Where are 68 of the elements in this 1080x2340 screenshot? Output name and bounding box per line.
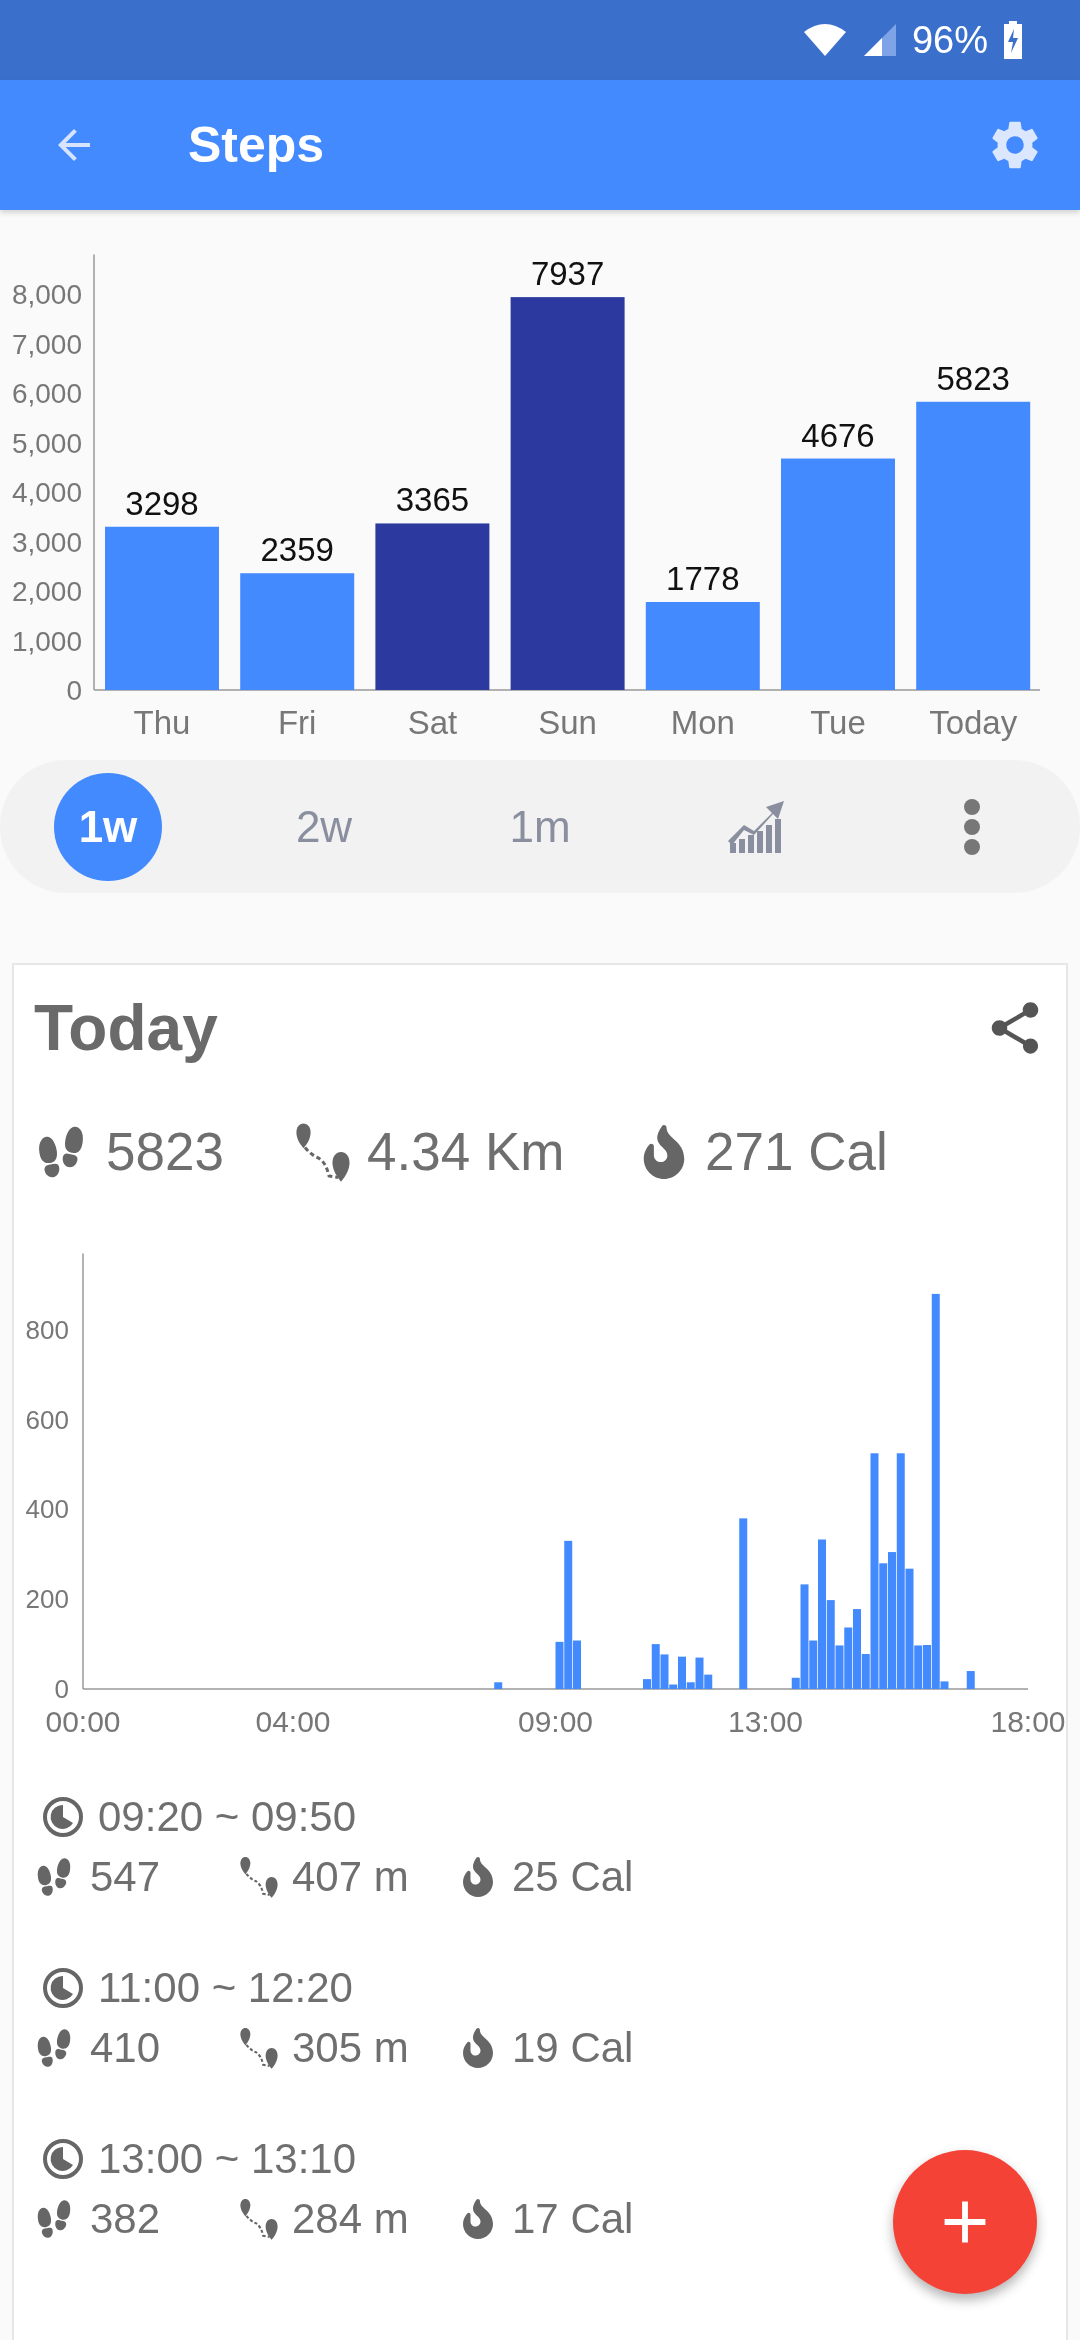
route-icon <box>238 1856 280 1898</box>
value-label: 3298 <box>125 484 199 522</box>
axis-label: 09:00 <box>517 1705 594 1738</box>
distance-value: 4.34 Km <box>367 1121 565 1182</box>
trend-chart-button[interactable] <box>726 798 786 855</box>
axis-label: 1,000 <box>11 625 82 657</box>
steps-count: 410 <box>90 2024 161 2072</box>
clock-icon <box>42 2138 84 2180</box>
axis-label: 600 <box>25 1404 69 1435</box>
wifi-icon <box>801 22 848 58</box>
value-label: 5823 <box>936 359 1010 397</box>
value-label: 7937 <box>530 255 605 293</box>
session-time: 09:20 ~ 09:50 <box>98 1793 357 1841</box>
axis-label: 800 <box>25 1314 69 1345</box>
period-tab[interactable]: 1m <box>486 772 594 881</box>
battery-percentage: 96% <box>911 18 988 62</box>
axis-label: Tue <box>810 704 866 741</box>
steps-count: 5823 <box>106 1121 224 1182</box>
route-icon <box>238 2198 280 2240</box>
calories-value: 25 Cal <box>512 1853 634 1901</box>
axis-label: 8,000 <box>11 279 82 310</box>
axis-label: 7,000 <box>11 328 82 360</box>
period-tab[interactable]: 1w <box>54 772 162 881</box>
more-icon <box>963 797 981 856</box>
axis-label: Fri <box>277 704 317 741</box>
axis-label: 6,000 <box>11 378 82 409</box>
axis-label: 200 <box>25 1584 69 1615</box>
calories-value: 271 Cal <box>705 1121 888 1182</box>
route-icon <box>238 2027 280 2069</box>
steps-count: 547 <box>90 1853 161 1901</box>
more-button[interactable] <box>963 797 981 856</box>
calories-value: 17 Cal <box>512 2195 634 2243</box>
period-tab[interactable]: 2w <box>270 772 378 881</box>
axis-label: 4,000 <box>11 477 82 508</box>
screen-title: Steps <box>188 116 325 174</box>
chart-bar <box>494 1682 503 1689</box>
axis-label: 0 <box>54 1674 69 1704</box>
axis-label: Thu <box>133 704 191 741</box>
axis-label: Sun <box>538 704 597 741</box>
distance-value: 284 m <box>292 2195 409 2243</box>
clock-icon <box>42 1796 84 1838</box>
axis-label: 400 <box>25 1494 69 1525</box>
clock-icon <box>42 1967 84 2009</box>
axis-label: 0 <box>66 675 82 706</box>
session-time: 11:00 ~ 12:20 <box>98 1964 353 2012</box>
card-title: Today <box>34 991 218 1065</box>
axis-label: Mon <box>670 704 735 741</box>
value-label: 4676 <box>801 416 875 454</box>
axis-label: 5,000 <box>11 427 82 459</box>
calories-value: 19 Cal <box>512 2024 634 2072</box>
axis-label: 2,000 <box>11 576 82 607</box>
axis-label: 3,000 <box>11 526 82 558</box>
distance-value: 305 m <box>292 2024 409 2072</box>
axis-label: 18:00 <box>990 1705 1066 1738</box>
distance-value: 407 m <box>292 1853 409 1901</box>
value-label: 1778 <box>666 560 740 597</box>
axis-label: 13:00 <box>727 1705 804 1738</box>
value-label: 3365 <box>395 481 470 519</box>
axis-label: Today <box>929 704 1018 741</box>
axis-label: 00:00 <box>45 1705 121 1738</box>
steps-count: 382 <box>90 2195 161 2243</box>
chart-bar <box>966 1671 975 1689</box>
axis-label: Sat <box>407 704 458 741</box>
axis-label: 04:00 <box>255 1705 331 1738</box>
chart-bar <box>844 1627 853 1689</box>
session-time: 13:00 ~ 13:10 <box>98 2135 357 2183</box>
battery-icon <box>1002 21 1024 59</box>
value-label: 2359 <box>260 531 334 569</box>
